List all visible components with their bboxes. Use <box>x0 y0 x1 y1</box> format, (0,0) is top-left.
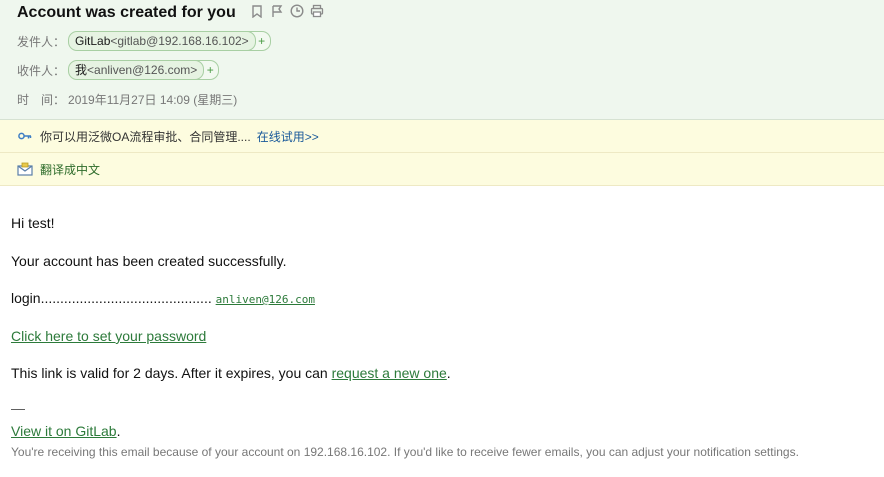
footer-note: You're receiving this email because of y… <box>11 445 799 459</box>
set-password-line: Click here to set your password <box>11 328 206 344</box>
translate-mail-icon <box>17 161 33 177</box>
from-label: 发件人： <box>17 34 66 49</box>
time-value: 2019年11月27日 14:09 (星期三) <box>68 93 238 107</box>
time-label: 时 间： <box>17 93 66 107</box>
valid-text: This link is valid for 2 days. After it … <box>11 365 332 381</box>
to-row: 收件人： 我 <anliven@126.com> + <box>17 60 220 80</box>
sender-contact[interactable]: GitLab <gitlab@192.168.16.102> <box>68 31 256 51</box>
recipient-name: 我 <box>75 63 88 77</box>
view-suffix: . <box>116 423 121 439</box>
translate-button[interactable]: 翻译成中文 <box>40 161 100 178</box>
to-chip: 我 <anliven@126.com> + <box>68 60 220 80</box>
print-icon[interactable] <box>310 4 324 18</box>
translate-banner: 翻译成中文 <box>0 153 884 186</box>
key-icon <box>17 128 33 144</box>
promo-banner: 你可以用泛微OA流程审批、合同管理.... 在线试用>> <box>0 120 884 153</box>
recipient-address: <anliven@126.com> <box>87 63 198 77</box>
bookmark-icon[interactable] <box>250 4 264 18</box>
valid-line: This link is valid for 2 days. After it … <box>11 365 451 381</box>
login-label: login...................................… <box>11 290 212 306</box>
time-row: 时 间： 2019年11月27日 14:09 (星期三) <box>17 91 237 108</box>
divider-dash: — <box>11 400 25 416</box>
valid-suffix: . <box>446 365 451 381</box>
recipient-contact[interactable]: 我 <anliven@126.com> <box>68 60 205 80</box>
to-label: 收件人： <box>17 63 66 78</box>
view-on-gitlab-link[interactable]: View it on GitLab <box>11 423 117 439</box>
mail-subject: Account was created for you <box>17 4 236 21</box>
sender-address: <gitlab@192.168.16.102> <box>110 34 249 48</box>
clock-icon[interactable] <box>290 4 304 18</box>
mail-header: Account was created for you 发件人： GitLab <… <box>0 0 884 120</box>
from-chip: GitLab <gitlab@192.168.16.102> + <box>68 31 271 51</box>
from-row: 发件人： GitLab <gitlab@192.168.16.102> + <box>17 31 271 51</box>
promo-trial-link[interactable]: 在线试用>> <box>257 128 319 145</box>
login-email-link[interactable]: anliven@126.com <box>216 293 315 306</box>
header-toolbar <box>250 4 324 18</box>
flag-icon[interactable] <box>270 4 284 18</box>
set-password-link[interactable]: Click here to set your password <box>11 328 206 344</box>
request-new-link[interactable]: request a new one <box>332 365 447 381</box>
sender-name: GitLab <box>75 34 111 48</box>
login-line: login...................................… <box>11 290 315 306</box>
greeting: Hi test! <box>11 215 55 231</box>
promo-text: 你可以用泛微OA流程审批、合同管理.... <box>40 129 251 144</box>
created-message: Your account has been created successful… <box>11 253 287 269</box>
view-line: View it on GitLab. <box>11 423 120 439</box>
